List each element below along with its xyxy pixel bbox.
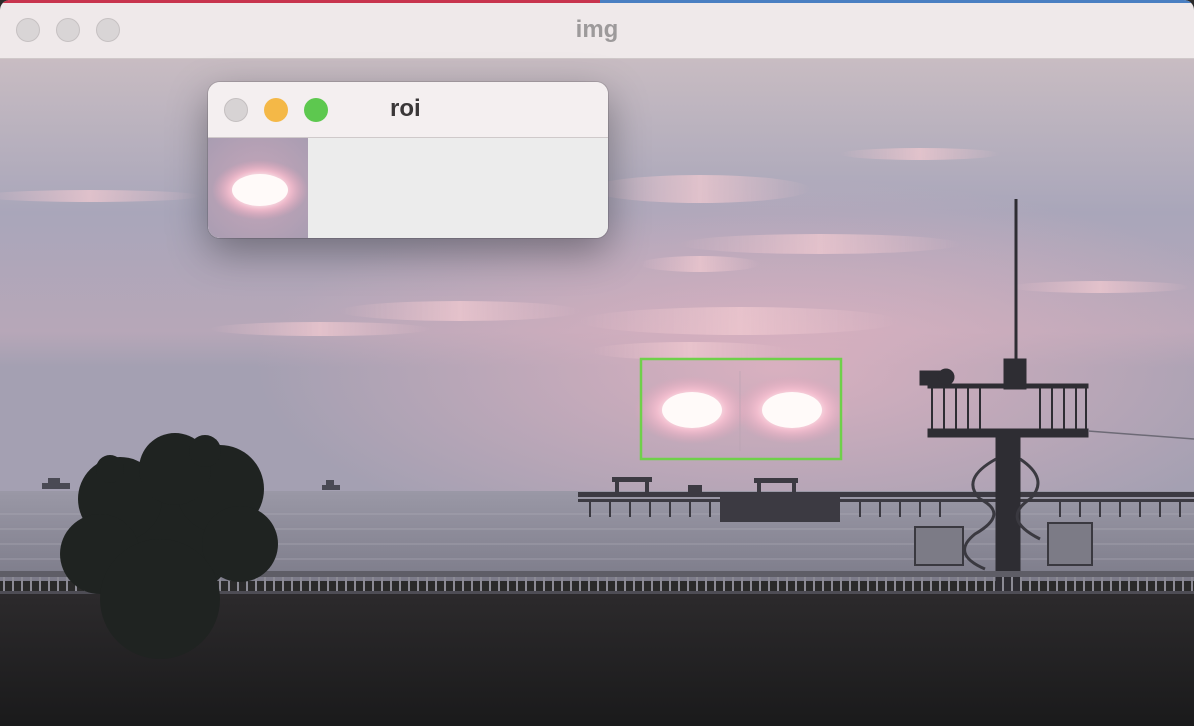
roi-minimize-icon[interactable]	[264, 98, 288, 122]
roi-window-title: roi	[390, 95, 421, 122]
roi-close-icon[interactable]	[224, 98, 248, 122]
roi-zoom-icon[interactable]	[304, 98, 328, 122]
window-title: img	[575, 16, 619, 43]
roi-content-area	[208, 138, 608, 238]
roi-cropped-image	[208, 138, 308, 238]
main-titlebar[interactable]: img	[0, 0, 1194, 59]
roi-window[interactable]: roi	[208, 82, 608, 238]
roi-titlebar[interactable]: roi	[208, 82, 608, 138]
window-accent-strip	[0, 0, 1194, 3]
